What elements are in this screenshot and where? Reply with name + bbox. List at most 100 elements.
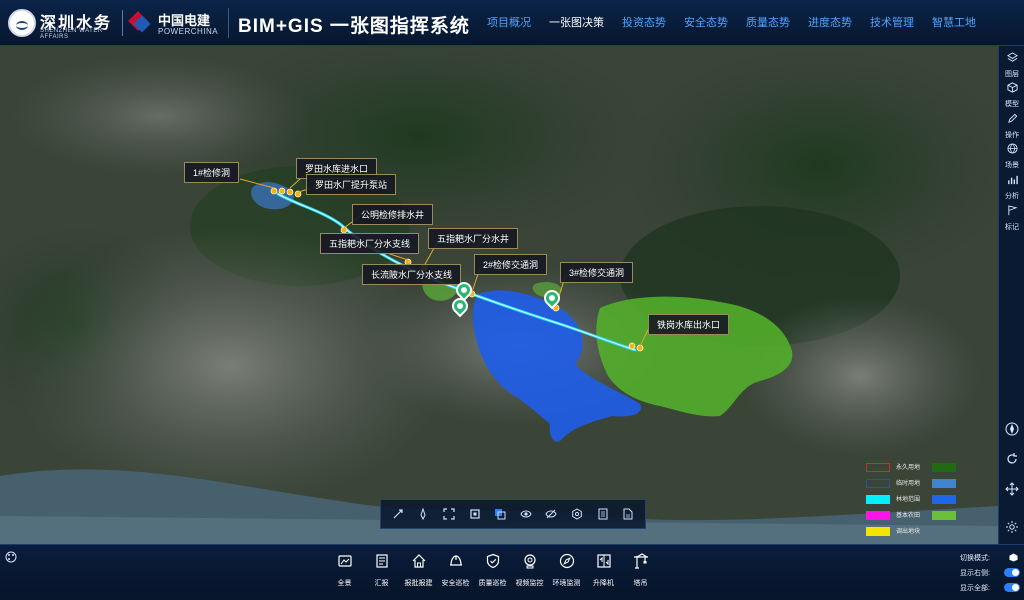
panorama-icon: [337, 555, 352, 567]
map-label-8[interactable]: 2#检修交通洞: [474, 254, 548, 275]
nav-smart-site[interactable]: 智慧工地: [923, 0, 985, 46]
tool-elevator[interactable]: 升降机: [588, 553, 620, 588]
nav-safety[interactable]: 安全态势: [675, 0, 737, 46]
house-icon: [412, 554, 425, 568]
tool-tower-crane[interactable]: 塔吊: [625, 553, 657, 588]
water-emblem-icon: [8, 9, 36, 37]
tool-approval[interactable]: 报批报建: [403, 553, 435, 588]
logo-primary-en: SHENZHEN WATER AFFAIRS: [40, 28, 103, 40]
map-label-3[interactable]: 罗田水厂提升泵站: [306, 174, 397, 195]
cube-icon[interactable]: [1009, 553, 1018, 562]
tool-quality-inspection[interactable]: 质量巡检: [477, 553, 509, 588]
powerchina-mark-icon: [128, 11, 152, 35]
eye-off-icon[interactable]: [542, 505, 560, 523]
sidebar-item-mark[interactable]: 标记: [999, 203, 1024, 231]
map-label-7[interactable]: 长流陂水厂分水支线: [362, 264, 462, 285]
camera-icon: [523, 554, 536, 569]
location-pin-icon[interactable]: [448, 294, 472, 318]
location-pin-icon[interactable]: [540, 286, 564, 310]
map-label-6[interactable]: 五指耙水厂分水井: [428, 228, 519, 249]
nav-project-overview[interactable]: 项目概况: [478, 0, 540, 46]
show-right-label: 显示右侧:: [960, 570, 990, 577]
show-all-row: 显示全部:: [960, 581, 1020, 596]
show-right-row: 显示右侧:: [960, 566, 1020, 581]
edit-icon: [1007, 113, 1017, 123]
globe-icon: [1006, 143, 1018, 154]
nav-investment[interactable]: 投资态势: [613, 0, 675, 46]
sidebar-item-analysis[interactable]: 分析: [999, 172, 1024, 200]
map-legend: 永久用地 临时用地 林地范围 基本农田 调出地块: [866, 460, 994, 538]
logo-divider: [122, 10, 123, 36]
legend-swatch: [866, 527, 890, 536]
helmet-icon: [449, 555, 462, 566]
settings-icon[interactable]: [568, 505, 586, 523]
capture-icon[interactable]: [466, 505, 484, 523]
palette-icon[interactable]: [5, 551, 17, 563]
right-sidebar: 图层 模型 操作 场景 分析 标记: [998, 46, 1024, 544]
sidebar-item-label: 图层: [1005, 71, 1019, 78]
title-divider: [228, 8, 229, 38]
sidebar-item-scene[interactable]: 场景: [999, 141, 1024, 169]
nav-map-decision[interactable]: 一张图决策: [540, 0, 613, 46]
legend-swatch: [932, 479, 956, 488]
legend-label: 调出地块: [896, 529, 921, 535]
nav-quality[interactable]: 质量态势: [737, 0, 799, 46]
callout-lines: [239, 169, 651, 347]
compass-icon[interactable]: [414, 505, 432, 523]
tool-label: 报批报建: [404, 580, 433, 587]
map-label-1[interactable]: 1#检修洞: [184, 162, 240, 183]
legend-swatch: [932, 495, 956, 504]
frame-icon[interactable]: [440, 505, 458, 523]
shield-check-icon: [486, 553, 499, 569]
tool-video-monitor[interactable]: 视频监控: [514, 553, 546, 588]
nav-technical[interactable]: 技术管理: [861, 0, 923, 46]
flag-icon: [1007, 205, 1018, 216]
document-icon[interactable]: [594, 505, 612, 523]
sidebar-item-label: 操作: [1005, 132, 1019, 139]
top-header: 深圳水务 SHENZHEN WATER AFFAIRS 中国电建 POWERCH…: [0, 0, 1024, 46]
display-toggles: 切换模式: 显示右侧: 显示全部:: [960, 551, 1020, 596]
map-label-5[interactable]: 五指耙水厂分水支线: [320, 233, 420, 254]
switch-mode-label: 切换模式:: [960, 555, 990, 562]
legend-swatch: [932, 511, 956, 520]
measure-icon[interactable]: [389, 505, 407, 523]
map-label-9[interactable]: 3#检修交通洞: [560, 262, 634, 283]
show-all-toggle[interactable]: [1004, 583, 1020, 592]
sidebar-item-operate[interactable]: 操作: [999, 111, 1024, 139]
eye-icon[interactable]: [517, 505, 535, 523]
app-root: 深圳水务 SHENZHEN WATER AFFAIRS 中国电建 POWERCH…: [0, 0, 1024, 600]
sidebar-item-layers[interactable]: 图层: [999, 50, 1024, 78]
elevator-icon: [596, 554, 611, 568]
nav-progress[interactable]: 进度态势: [799, 0, 861, 46]
bottom-toolbar: 全景 汇报 报批报建 安全巡检 质量巡检 视频监控 环境监测 升降机 塔吊 切换…: [0, 544, 1024, 600]
tool-panorama[interactable]: 全景: [329, 553, 361, 588]
move-icon[interactable]: [1005, 482, 1019, 496]
tool-safety-inspection[interactable]: 安全巡检: [440, 553, 472, 588]
sidebar-item-label: 模型: [1005, 101, 1019, 108]
legend-label: 永久用地: [896, 465, 921, 471]
settings-icon[interactable]: [1005, 520, 1019, 534]
legend-swatch: [866, 511, 890, 520]
shenzhen-water-logo: 深圳水务 SHENZHEN WATER AFFAIRS: [8, 8, 116, 40]
tool-report[interactable]: 汇报: [366, 553, 398, 588]
sidebar-item-model[interactable]: 模型: [999, 80, 1024, 108]
report-icon[interactable]: [619, 505, 637, 523]
tool-label: 环境监测: [552, 580, 581, 587]
layer-icon[interactable]: [491, 505, 509, 523]
tool-label: 质量巡检: [478, 580, 507, 587]
legend-label: 林地范围: [896, 497, 921, 503]
crane-icon: [633, 553, 648, 569]
compass-icon[interactable]: [1005, 422, 1019, 436]
show-right-toggle[interactable]: [1004, 568, 1020, 577]
system-title: BIM+GIS 一张图指挥系统: [238, 16, 470, 37]
legend-label: 基本农田: [896, 513, 921, 519]
gis-map-view[interactable]: 1#检修洞 罗田水库进水口 罗田水厂提升泵站 公明检修排水井 五指耙水厂分水支线…: [0, 46, 998, 544]
tool-environment[interactable]: 环境监测: [551, 553, 583, 588]
report-icon: [375, 554, 388, 568]
refresh-icon[interactable]: [1005, 452, 1019, 466]
tool-label: 全景: [337, 580, 352, 587]
tool-label: 汇报: [374, 580, 389, 587]
legend-swatch: [932, 463, 956, 472]
map-label-4[interactable]: 公明检修排水井: [352, 204, 434, 225]
map-label-10[interactable]: 铁岗水库出水口: [648, 314, 730, 335]
